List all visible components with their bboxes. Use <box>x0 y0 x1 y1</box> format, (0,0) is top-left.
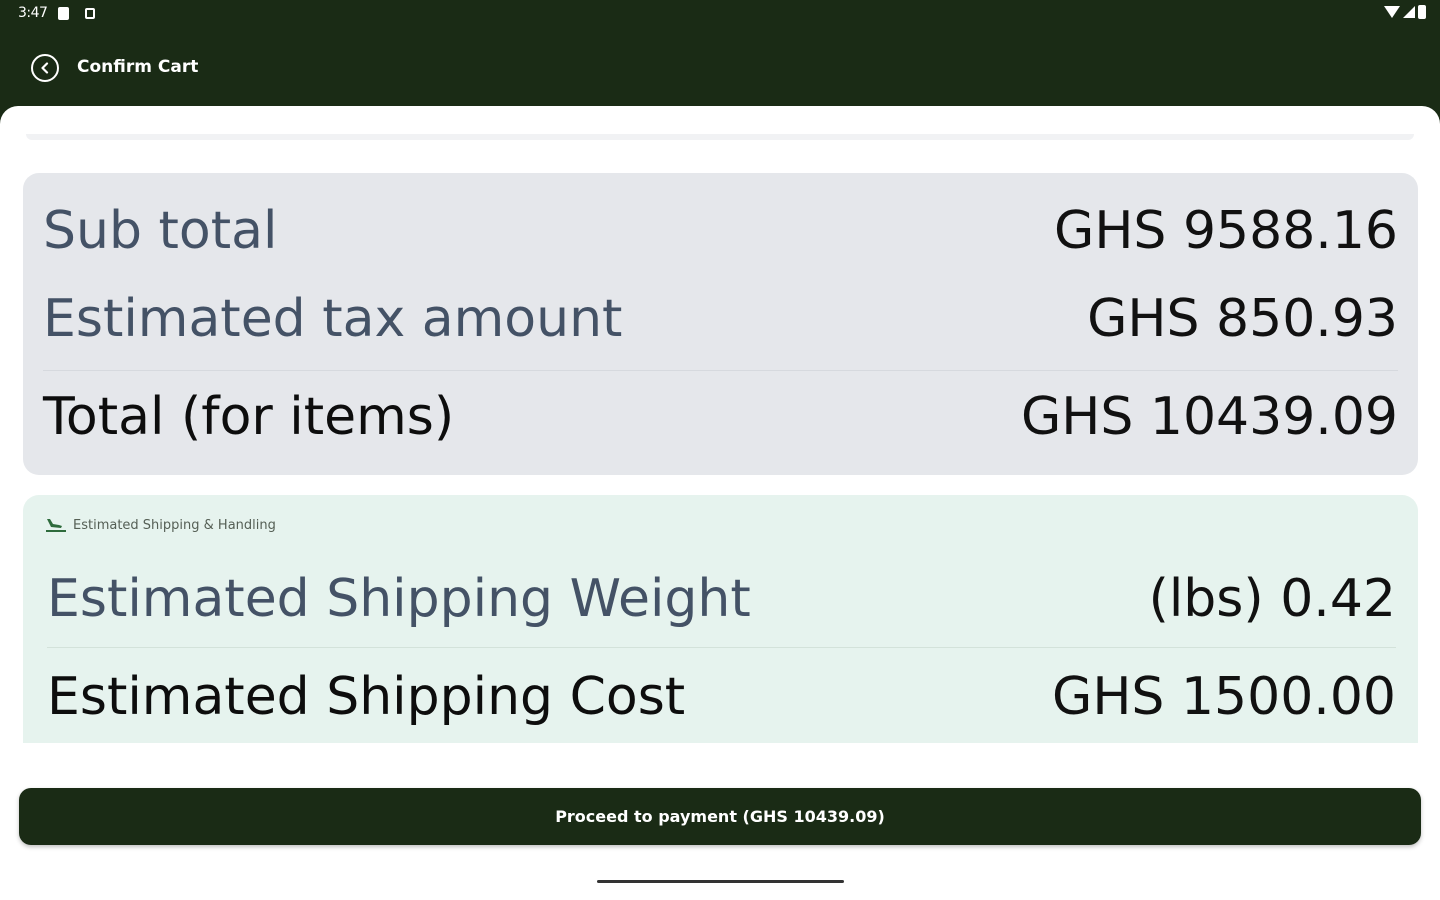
shipping-header: Estimated Shipping & Handling <box>45 517 276 533</box>
tax-row: Estimated tax amount GHS 850.93 <box>43 289 1398 349</box>
tax-value: GHS 850.93 <box>1087 289 1398 349</box>
shipping-cost-row: Estimated Shipping Cost GHS 1500.00 <box>47 667 1396 727</box>
shipping-cost-label: Estimated Shipping Cost <box>47 667 686 727</box>
proceed-to-payment-button[interactable]: Proceed to payment (GHS 10439.09) <box>19 788 1421 845</box>
home-indicator[interactable] <box>597 880 844 883</box>
shipping-weight-value: (lbs) 0.42 <box>1148 569 1396 629</box>
cart-sheet: Sub total GHS 9588.16 Estimated tax amou… <box>0 106 1440 900</box>
app-bar: Confirm Cart <box>0 30 1440 106</box>
tax-label: Estimated tax amount <box>43 289 623 349</box>
back-button[interactable] <box>31 54 59 82</box>
subtotal-label: Sub total <box>43 201 278 261</box>
chevron-left-icon <box>41 62 49 74</box>
top-divider <box>26 134 1414 140</box>
shipping-card: Estimated Shipping & Handling Estimated … <box>23 495 1418 743</box>
total-label: Total (for items) <box>43 387 455 447</box>
wifi-icon <box>1384 6 1400 18</box>
shipping-cost-value: GHS 1500.00 <box>1052 667 1396 727</box>
status-icons <box>1384 5 1426 19</box>
note-icon <box>58 7 69 20</box>
shipping-divider <box>47 647 1396 648</box>
box-icon <box>85 8 95 19</box>
battery-icon <box>1418 5 1426 19</box>
order-summary-card: Sub total GHS 9588.16 Estimated tax amou… <box>23 173 1418 475</box>
signal-icon <box>1403 6 1415 18</box>
summary-divider <box>43 370 1398 371</box>
shipping-weight-label: Estimated Shipping Weight <box>47 569 751 629</box>
shipping-header-label: Estimated Shipping & Handling <box>73 517 276 533</box>
status-bar: 3:47 <box>0 0 1440 30</box>
subtotal-value: GHS 9588.16 <box>1054 201 1398 261</box>
airplane-landing-icon <box>46 519 66 532</box>
total-value: GHS 10439.09 <box>1020 387 1398 447</box>
page-title: Confirm Cart <box>77 57 199 77</box>
subtotal-row: Sub total GHS 9588.16 <box>43 201 1398 261</box>
status-time: 3:47 <box>18 5 48 21</box>
shipping-weight-row: Estimated Shipping Weight (lbs) 0.42 <box>47 569 1396 629</box>
total-row: Total (for items) GHS 10439.09 <box>43 387 1398 447</box>
